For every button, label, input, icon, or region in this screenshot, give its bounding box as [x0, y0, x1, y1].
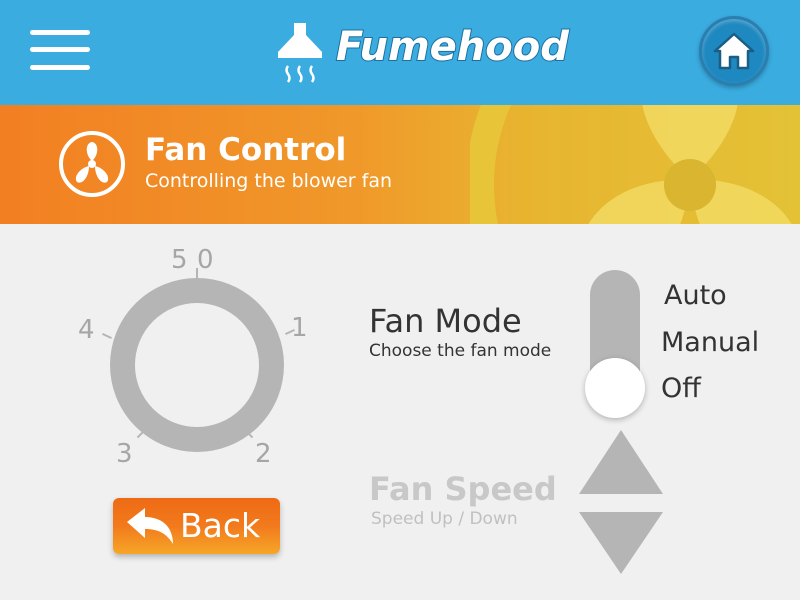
top-bar: Fumehood	[0, 0, 800, 105]
dial-ring[interactable]	[110, 278, 284, 452]
dial-label-2: 2	[255, 439, 272, 469]
dial-label-0: 0	[197, 245, 214, 275]
hamburger-menu-icon[interactable]	[30, 30, 90, 72]
fan-mode-title: Fan Mode	[369, 302, 522, 340]
page-header: Fan Control Controlling the blower fan	[0, 105, 800, 224]
page-title: Fan Control	[145, 132, 347, 168]
back-arrow-icon	[127, 508, 173, 544]
speed-up-arrow-icon[interactable]	[577, 428, 665, 496]
fan-mode-switch-knob[interactable]	[585, 358, 645, 418]
dial-label-1: 1	[291, 313, 308, 343]
background-fan-icon	[470, 105, 792, 224]
dial-label-5: 5	[171, 245, 188, 275]
fan-speed-subtitle: Speed Up / Down	[371, 509, 518, 529]
back-button[interactable]: Back	[113, 498, 280, 554]
back-button-label: Back	[180, 506, 261, 545]
fan-speed-title: Fan Speed	[369, 470, 557, 508]
speed-down-arrow-icon[interactable]	[577, 510, 665, 576]
logo: Fumehood	[274, 20, 570, 90]
fan-mode-option-auto[interactable]: Auto	[664, 280, 727, 311]
fan-mode-option-manual[interactable]: Manual	[661, 327, 759, 358]
fan-mode-subtitle: Choose the fan mode	[369, 341, 552, 361]
fan-icon	[59, 131, 125, 197]
home-button[interactable]	[699, 16, 769, 86]
home-icon	[713, 32, 755, 70]
page-subtitle: Controlling the blower fan	[145, 170, 393, 192]
fan-speed-dial[interactable]: 5 0 1 2 3 4	[60, 240, 350, 480]
logo-text: Fumehood	[335, 23, 570, 71]
fan-mode-option-off[interactable]: Off	[661, 373, 701, 404]
dial-label-3: 3	[116, 439, 133, 469]
dial-label-4: 4	[78, 315, 95, 345]
fume-hood-icon	[278, 23, 322, 83]
